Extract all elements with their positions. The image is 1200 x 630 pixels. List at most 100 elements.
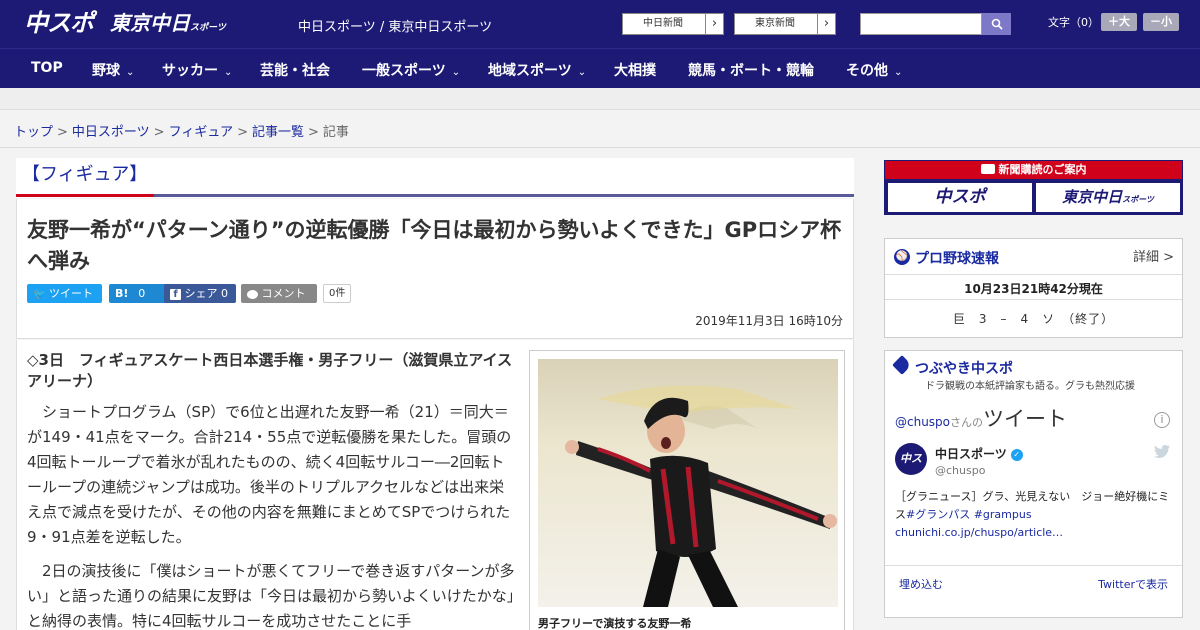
tokyo-logo-small: スポーツ	[190, 23, 226, 33]
category-title: 【フィギュア】	[22, 164, 148, 185]
nav-label: 一般スポーツ	[362, 63, 446, 79]
search-icon	[991, 18, 1003, 30]
comment-count[interactable]: 0件	[323, 284, 352, 303]
chevron-right-icon: ›	[705, 14, 723, 34]
article-paragraph: 2日の演技後に「僕はショートが悪くてフリーで巻き返すパターンが多い」と語った通り…	[27, 562, 515, 630]
embed-link[interactable]: 埋め込む	[899, 576, 943, 592]
tokyo-shimbun-link[interactable]: 東京新聞 ›	[734, 13, 836, 35]
chevron-down-icon: ⌄	[894, 67, 903, 78]
search-input[interactable]	[860, 13, 982, 35]
tweet-account-name[interactable]: 中日スポーツ ✓	[935, 445, 1023, 462]
nav-label: 野球	[92, 63, 120, 79]
header-spacer	[0, 88, 1200, 110]
subscription-title: 新聞購読のご案内	[885, 161, 1182, 179]
nav-item-local-sports[interactable]: 地域スポーツ ⌄	[488, 60, 586, 80]
tweet-hashtags[interactable]: #グランパス #grampus	[906, 508, 1032, 521]
baseball-detail-link[interactable]: 詳細 >	[1133, 246, 1174, 265]
nav-label: TOP	[31, 60, 63, 76]
verified-icon: ✓	[1010, 448, 1023, 461]
chunichi-shimbun-link[interactable]: 中日新聞 ›	[622, 13, 724, 35]
nav-item-entertainment[interactable]: 芸能・社会	[260, 60, 330, 80]
bird-svg	[1154, 444, 1170, 458]
breadcrumb-link-articles[interactable]: 記事一覧	[252, 125, 304, 140]
font-size-label: 文字（0）	[1048, 16, 1099, 29]
newspaper-icon	[980, 164, 995, 174]
article-photo-figure: 男子フリーで演技する友野一希	[529, 350, 845, 630]
chevron-right-icon: ›	[817, 14, 835, 34]
breadcrumb-link-chuspo[interactable]: 中日スポーツ	[72, 125, 150, 140]
baseball-icon: ⚾	[894, 249, 910, 265]
nav-item-top[interactable]: TOP	[31, 60, 63, 76]
hatena-bookmark-button[interactable]: B! 0	[109, 284, 172, 303]
font-smaller-button[interactable]: －小	[1143, 13, 1179, 31]
subscribe-tokyo-small: スポーツ	[1122, 195, 1154, 204]
chunichi-shimbun-label: 中日新聞	[643, 18, 683, 29]
twitter-widget: つぶやき中スポ ドラ観戦の本紙評論家も語る。グラも熱烈応援 @chuspoさんの…	[884, 350, 1183, 618]
view-on-twitter-link[interactable]: Twitterで表示	[1098, 576, 1168, 592]
twitter-card-subtitle: ドラ観戦の本紙評論家も語る。グラも熱烈応援	[925, 381, 1135, 392]
subscription-banner[interactable]: 新聞購読のご案内 中スポ 東京中日スポーツ	[884, 160, 1183, 215]
chevron-down-icon: ⌄	[577, 67, 587, 78]
article-photo[interactable]	[538, 359, 838, 607]
chevron-down-icon: ⌄	[126, 67, 135, 78]
font-larger-button[interactable]: ＋大	[1101, 13, 1137, 31]
article-lead: ◇3日 フィギュアスケート西日本選手権・男子フリー（滋賀県立アイスアリーナ）	[27, 351, 513, 390]
nav-item-baseball[interactable]: 野球 ⌄	[92, 60, 134, 80]
tweet-account-user[interactable]: @chuspo	[935, 464, 985, 477]
nav-label: 地域スポーツ	[488, 63, 572, 79]
chevron-down-icon: ⌄	[451, 67, 461, 78]
comment-button[interactable]: コメント	[241, 284, 317, 303]
avatar[interactable]: 中スポ	[895, 443, 927, 497]
tokyo-chunichi-logo[interactable]: 東京中日スポーツ	[110, 8, 226, 38]
baseball-card-title: プロ野球速報	[915, 251, 999, 267]
twitter-bird-icon[interactable]	[1154, 444, 1170, 462]
main-nav: TOP 野球 ⌄ サッカー ⌄ 芸能・社会 一般スポーツ ⌄ 地域スポーツ ⌄ 大相撲 …	[0, 48, 1200, 88]
breadcrumb-bar: トップ > 中日スポーツ > フィギュア > 記事一覧 > 記事	[0, 110, 1200, 148]
twitter-card-title: つぶやき中スポ	[915, 361, 1013, 377]
nav-item-general-sports[interactable]: 一般スポーツ ⌄	[362, 60, 460, 80]
breadcrumb-link-top[interactable]: トップ	[14, 125, 53, 140]
article-title: 友野一希が“パターン通り”の逆転優勝「今日は最初から勢いよくできた」GPロシア杯…	[27, 218, 842, 273]
handle-suffix: さんの	[950, 416, 984, 429]
pen-icon	[892, 355, 912, 375]
hatena-icon: B!	[115, 287, 129, 300]
game-score[interactable]: 巨 3 – 4 ソ （終了）	[885, 310, 1182, 327]
article-date: 2019年11月3日 16時10分	[695, 314, 843, 328]
nav-label: 競馬・ボート・競輪	[688, 63, 814, 79]
nav-item-soccer[interactable]: サッカー ⌄	[162, 60, 232, 80]
breadcrumb-link-figure[interactable]: フィギュア	[169, 125, 233, 140]
category-divider-accent	[16, 194, 154, 197]
tweet-link[interactable]: chunichi.co.jp/chuspo/article…	[895, 526, 1063, 539]
nav-item-others[interactable]: その他 ⌄	[846, 60, 902, 80]
widget-footer-divider	[885, 565, 1182, 566]
tweet-text: ［グラニュース］グラ、光見えない ジョー絶好機にミス#グランパス #grampu…	[895, 488, 1175, 542]
comment-icon	[247, 289, 258, 299]
facebook-icon: f	[170, 289, 181, 300]
twitter-handle-link[interactable]: @chuspo	[895, 415, 950, 429]
hatena-count: 0	[138, 287, 146, 300]
score-timestamp: 10月23日21時42分現在	[964, 282, 1103, 296]
tweets-label: ツイート	[983, 407, 1068, 431]
chuspo-logo[interactable]: 中スポ	[24, 8, 94, 38]
search-button[interactable]	[982, 13, 1011, 35]
nav-item-sumo[interactable]: 大相撲	[614, 60, 656, 80]
breadcrumb-separator: >	[57, 125, 68, 140]
breadcrumb-separator: >	[237, 125, 248, 140]
article-paragraph: ショートプログラム（SP）で6位と出遅れた友野一希（21）＝同大＝が149・41…	[27, 403, 512, 546]
facebook-share-button[interactable]: f シェア 0	[164, 284, 236, 303]
facebook-count: 0	[221, 287, 228, 300]
breadcrumb-separator: >	[307, 125, 319, 140]
comment-label: コメント	[261, 287, 306, 300]
subscribe-tokyo-text: 東京中日	[1062, 188, 1123, 206]
tweet-button[interactable]: 🐦 ツイート	[27, 284, 102, 303]
breadcrumb: トップ > 中日スポーツ > フィギュア > 記事一覧 > 記事	[14, 121, 349, 140]
breadcrumb-separator: >	[153, 125, 165, 140]
nav-item-racing[interactable]: 競馬・ボート・競輪	[688, 60, 814, 80]
tokyo-logo-text: 東京中日	[110, 11, 190, 35]
article-body: ◇3日 フィギュアスケート西日本選手権・男子フリー（滋賀県立アイスアリーナ） シ…	[16, 340, 854, 630]
info-icon[interactable]: i	[1154, 412, 1170, 428]
tweet-label: ツイート	[48, 287, 93, 300]
nav-label: その他	[846, 63, 888, 79]
chevron-down-icon: ⌄	[224, 67, 233, 78]
card-divider	[885, 274, 1182, 275]
